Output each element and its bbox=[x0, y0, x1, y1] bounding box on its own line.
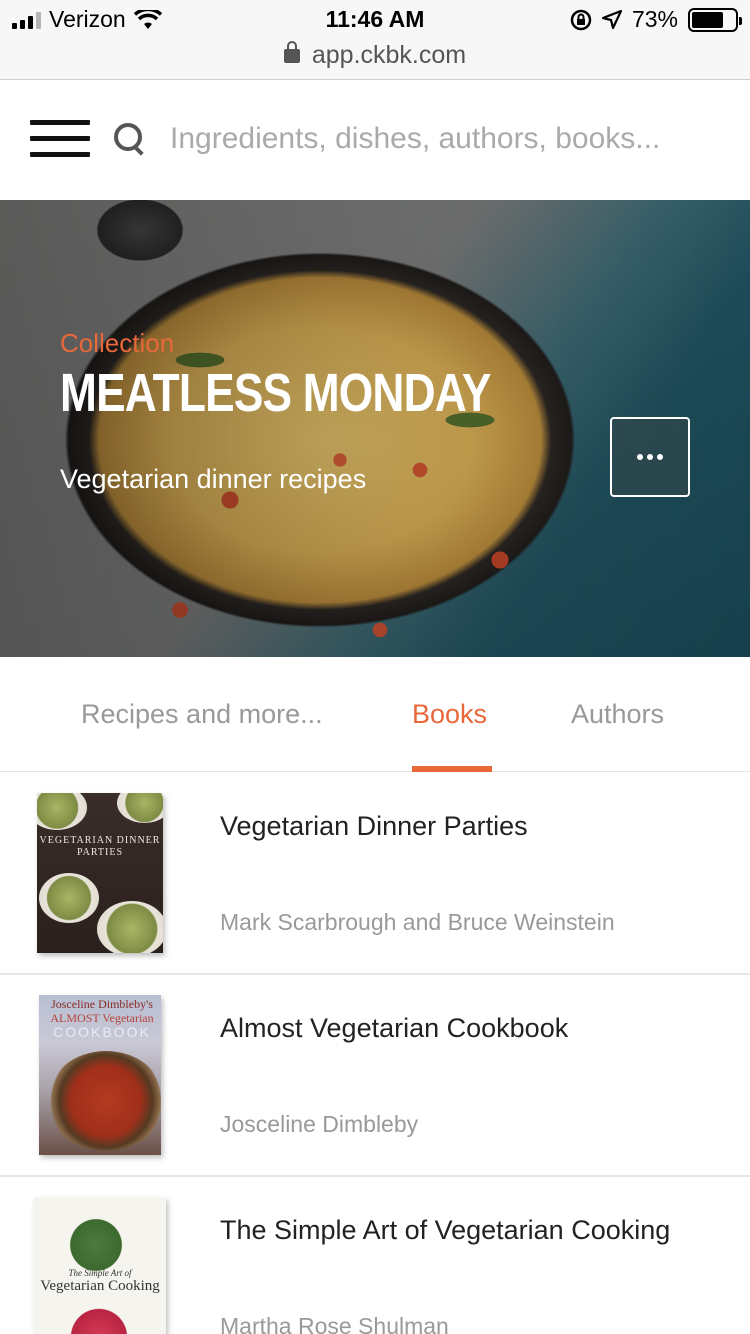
tab-authors[interactable]: Authors bbox=[571, 699, 664, 730]
book-author[interactable]: Martha Rose Shulman bbox=[220, 1313, 449, 1334]
battery-fill bbox=[692, 11, 723, 28]
location-icon bbox=[601, 9, 622, 29]
book-cover[interactable]: The Simple Art of Vegetarian Cooking bbox=[34, 1197, 166, 1334]
app-header bbox=[0, 81, 750, 199]
more-options-button[interactable] bbox=[610, 417, 690, 497]
collection-label: Collection bbox=[60, 328, 175, 358]
book-cover-text: Josceline Dimbleby's ALMOST Vegetarian C… bbox=[50, 997, 154, 1040]
book-cover[interactable]: Josceline Dimbleby's ALMOST Vegetarian C… bbox=[39, 995, 161, 1155]
collection-hero: Collection MEATLESS MONDAY Vegetarian di… bbox=[0, 200, 750, 657]
search-icon[interactable] bbox=[114, 123, 146, 155]
book-title[interactable]: The Simple Art of Vegetarian Cooking bbox=[220, 1215, 670, 1246]
book-title[interactable]: Vegetarian Dinner Parties bbox=[220, 811, 528, 842]
search-input[interactable] bbox=[170, 114, 730, 164]
book-list: VEGETARIAN DINNER PARTIES Vegetarian Din… bbox=[0, 773, 750, 1334]
battery-percent: 73% bbox=[631, 6, 678, 32]
list-item[interactable]: Josceline Dimbleby's ALMOST Vegetarian C… bbox=[0, 975, 750, 1177]
collection-title: MEATLESS MONDAY bbox=[60, 363, 491, 423]
book-author[interactable]: Josceline Dimbleby bbox=[220, 1111, 418, 1138]
ellipsis-icon bbox=[637, 454, 643, 460]
tab-books[interactable]: Books bbox=[412, 699, 487, 730]
collection-subtitle: Vegetarian dinner recipes bbox=[60, 464, 367, 494]
list-item[interactable]: VEGETARIAN DINNER PARTIES Vegetarian Din… bbox=[0, 773, 750, 975]
book-cover[interactable]: VEGETARIAN DINNER PARTIES bbox=[37, 793, 163, 953]
book-title[interactable]: Almost Vegetarian Cookbook bbox=[220, 1013, 568, 1044]
status-bar: Verizon 11:46 AM 73% bbox=[0, 0, 750, 40]
book-cover-text: VEGETARIAN DINNER PARTIES bbox=[39, 835, 161, 858]
active-tab-indicator bbox=[412, 766, 492, 772]
hamburger-icon[interactable] bbox=[30, 120, 90, 160]
collection-tabs: Recipes and more... Books Authors bbox=[0, 657, 750, 772]
tab-recipes[interactable]: Recipes and more... bbox=[81, 699, 323, 730]
book-author[interactable]: Mark Scarbrough and Bruce Weinstein bbox=[220, 909, 615, 936]
battery-icon bbox=[688, 7, 742, 32]
url-bar[interactable]: app.ckbk.com bbox=[0, 40, 750, 80]
lock-icon bbox=[283, 41, 300, 64]
url-text: app.ckbk.com bbox=[311, 41, 467, 69]
list-item[interactable]: The Simple Art of Vegetarian Cooking The… bbox=[0, 1177, 750, 1334]
rotation-lock-icon bbox=[570, 9, 592, 30]
book-cover-text: The Simple Art of Vegetarian Cooking bbox=[40, 1268, 160, 1294]
status-right: 73% bbox=[570, 6, 742, 33]
